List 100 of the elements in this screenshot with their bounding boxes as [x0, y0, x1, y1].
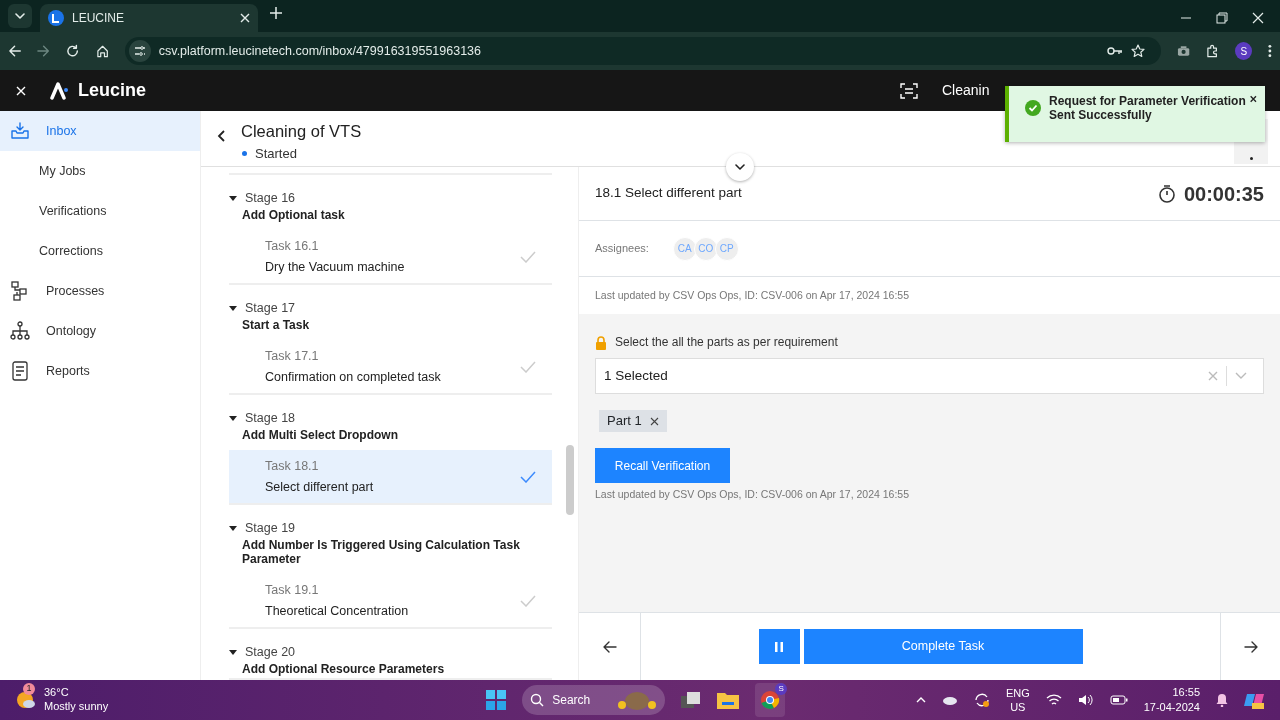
camera-icon[interactable] [1176, 45, 1191, 57]
sidebar-item[interactable]: My Jobs [0, 151, 200, 191]
back-icon[interactable] [217, 129, 225, 142]
dot-icon [1249, 157, 1253, 160]
scan-icon[interactable] [900, 82, 918, 99]
collapse-button[interactable] [726, 153, 754, 181]
parameter-label: Select the all the parts as per requirement [615, 334, 838, 351]
tab-list-icon[interactable] [15, 13, 25, 19]
task-number: Task 19.1 [265, 582, 320, 598]
file-explorer-icon[interactable] [717, 691, 740, 709]
new-tab-icon[interactable] [270, 6, 282, 19]
task-name: Theoretical Concentration [265, 603, 410, 619]
status-dot-icon [242, 151, 247, 156]
widget-drawing [617, 689, 658, 711]
volume-icon[interactable] [1077, 694, 1094, 706]
stage-name: Start a Task [242, 317, 311, 334]
check-icon [520, 360, 536, 373]
weather-text[interactable]: Mostly sunny [44, 700, 109, 714]
profile-badge: S [775, 683, 788, 695]
hierarchy-icon [10, 321, 30, 341]
job-title: Cleaning of VTS [241, 121, 362, 142]
scrollbar-thumb[interactable] [566, 445, 574, 515]
arrow-left-icon [602, 640, 617, 653]
forward-icon[interactable] [37, 44, 51, 58]
flowchart-icon [10, 281, 30, 301]
key-icon[interactable] [1106, 46, 1123, 56]
updated-text: Last updated by CSV Ops Ops, ID: CSV-006 on Apr 17, 2024 16:55 [595, 487, 911, 502]
task-title: 18.1 Select different part [595, 184, 742, 203]
lock-icon [595, 335, 607, 350]
job-status: Started [255, 144, 297, 163]
task-name: Confirmation on completed task [265, 369, 442, 385]
task-item[interactable]: Task 16.1 Dry the Vacuum machine [229, 230, 552, 283]
task-number: Task 18.1 [265, 458, 320, 474]
stage-name: Add Optional Resource Parameters [242, 661, 446, 678]
success-icon [1025, 99, 1041, 116]
caret-down-icon[interactable] [229, 414, 237, 423]
stopwatch-icon [1157, 184, 1176, 205]
extensions-icon[interactable] [1206, 44, 1220, 58]
stage-name: Add Optional task [242, 207, 346, 224]
battery-icon[interactable] [1109, 695, 1128, 705]
caret-down-icon[interactable] [229, 524, 237, 533]
logo-icon [50, 82, 70, 101]
remove-icon[interactable] [649, 416, 659, 426]
cloud-icon[interactable] [941, 695, 958, 705]
clock[interactable]: 16:55 17-04-2024 [1143, 685, 1200, 715]
complete-task-button[interactable]: Complete Task [803, 629, 1083, 664]
task-item[interactable]: Task 19.1 Theoretical Concentration [229, 574, 552, 627]
site-icon [48, 10, 64, 26]
caret-down-icon[interactable] [229, 194, 237, 203]
selected-chip[interactable]: Part 1 [599, 410, 667, 432]
profile-avatar[interactable]: S [1235, 42, 1253, 60]
document-icon [10, 361, 30, 381]
url-text: csv.platform.leucinetech.com/inbox/479916319551963136 [158, 42, 483, 60]
chevron-down-icon [735, 164, 745, 170]
task-name: Dry the Vacuum machine [265, 259, 406, 275]
stage-label: Stage 18 [245, 410, 296, 427]
star-icon[interactable] [1130, 44, 1145, 58]
close-icon[interactable] [1250, 94, 1257, 104]
temperature[interactable]: 36°C [44, 686, 109, 700]
more-icon[interactable] [1268, 44, 1273, 58]
language-indicator[interactable]: ENG US [1005, 685, 1030, 715]
task-number: Task 16.1 [265, 238, 320, 254]
bell-icon[interactable] [1216, 693, 1228, 707]
check-icon [520, 594, 536, 607]
caret-down-icon[interactable] [229, 304, 237, 313]
sidebar-item[interactable]: Inbox [0, 111, 200, 151]
chevron-up-icon[interactable] [915, 697, 926, 703]
restore-icon[interactable] [1216, 12, 1228, 24]
weather-icon[interactable] [16, 690, 36, 710]
sidebar-item[interactable]: Processes [0, 271, 200, 311]
taskbar-search[interactable]: Search [522, 685, 666, 715]
stage-label: Stage 16 [245, 190, 296, 207]
notification-badge: 1 [23, 683, 35, 695]
task-item[interactable]: Task 17.1 Confirmation on completed task [229, 340, 552, 393]
site-settings-icon[interactable] [133, 46, 146, 56]
task-item[interactable]: Task 18.1 Select different part [229, 450, 552, 503]
home-icon[interactable] [95, 44, 109, 58]
address-bar[interactable]: csv.platform.leucinetech.com/inbox/479916319551963136 [124, 37, 1161, 65]
wifi-icon[interactable] [1045, 694, 1062, 706]
task-view-icon[interactable] [681, 691, 702, 709]
toast-message: Request for Parameter Verification Sent Successfully [1049, 94, 1247, 123]
windows-start-icon[interactable] [486, 690, 507, 710]
sync-icon[interactable] [973, 692, 990, 708]
timer: 00:00:35 [1183, 181, 1264, 207]
pause-button[interactable] [758, 629, 800, 664]
sidebar-item[interactable]: Ontology [0, 311, 200, 351]
reload-icon[interactable] [66, 44, 80, 58]
recall-verification-button[interactable]: Recall Verification [595, 448, 730, 483]
sidebar-item[interactable]: Corrections [0, 231, 200, 271]
check-icon [520, 250, 536, 263]
updated-text: Last updated by CSV Ops Ops, ID: CSV-006 on Apr 17, 2024 16:55 [595, 287, 910, 303]
pause-icon [775, 641, 783, 652]
sidebar-item[interactable]: Verifications [0, 191, 200, 231]
caret-down-icon[interactable] [229, 648, 237, 657]
assignees-label: Assignees: [595, 241, 649, 257]
sidebar-item[interactable]: Reports [0, 351, 200, 391]
inbox-icon [10, 121, 30, 141]
chrome-icon[interactable] [760, 690, 781, 710]
stage-label: Stage 17 [245, 300, 296, 317]
header-link[interactable]: Cleanin [942, 80, 990, 101]
